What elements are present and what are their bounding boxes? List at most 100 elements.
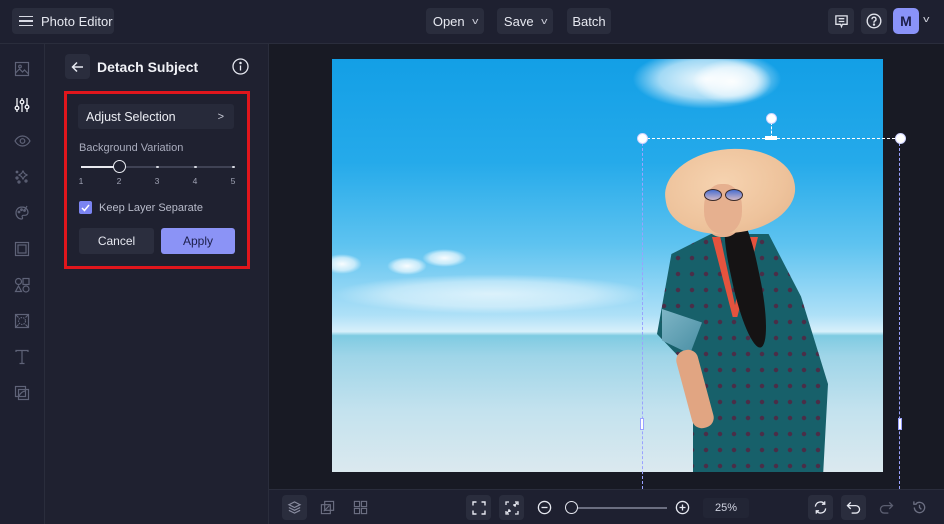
keep-layer-separate-row[interactable]: Keep Layer Separate xyxy=(79,201,203,214)
open-label: Open xyxy=(432,13,465,29)
account-chevron-down-icon[interactable]: v xyxy=(923,14,929,24)
zoom-slider-track[interactable] xyxy=(571,507,667,509)
info-icon[interactable] xyxy=(232,58,249,75)
rail-item-adjustments[interactable] xyxy=(11,94,33,116)
bottom-toolbar: 25% xyxy=(269,489,944,524)
resize-handle-right[interactable] xyxy=(898,418,902,430)
rail-item-shapes[interactable] xyxy=(11,274,33,296)
checkmark-icon xyxy=(81,204,90,212)
duplicate-icon xyxy=(320,500,335,515)
redo-icon xyxy=(879,501,894,514)
reset-icon xyxy=(814,501,827,514)
slider-tick-dot xyxy=(232,165,235,168)
cloud-bank xyxy=(332,274,652,314)
image-icon xyxy=(14,61,30,77)
feedback-button[interactable] xyxy=(828,8,854,34)
zoom-level-display[interactable]: 25% xyxy=(703,498,749,518)
palette-icon xyxy=(15,205,29,220)
zoom-out-button[interactable] xyxy=(532,495,557,520)
rail-item-image[interactable] xyxy=(11,58,33,80)
texture-icon xyxy=(14,313,30,329)
adjust-selection-button[interactable]: Adjust Selection > xyxy=(78,104,234,129)
background-variation-slider[interactable] xyxy=(81,160,235,173)
tool-rail xyxy=(0,44,45,524)
chevron-down-icon: v xyxy=(540,16,547,26)
user-avatar[interactable]: M xyxy=(893,8,919,34)
save-label: Save xyxy=(503,13,534,29)
hamburger-icon xyxy=(19,15,33,27)
text-icon xyxy=(15,349,29,365)
app-title: Photo Editor xyxy=(41,13,113,29)
batch-button[interactable]: Batch xyxy=(567,8,611,34)
arrow-left-icon xyxy=(71,61,83,72)
history-button[interactable] xyxy=(907,495,932,520)
zoom-out-icon xyxy=(537,500,552,515)
cancel-button[interactable]: Cancel xyxy=(79,228,154,254)
cloud xyxy=(692,59,772,104)
rotate-handle[interactable] xyxy=(765,112,777,124)
save-button[interactable]: Save v xyxy=(497,8,553,34)
duplicate-button[interactable] xyxy=(315,495,340,520)
redo-button[interactable] xyxy=(874,495,899,520)
chevron-right-icon: > xyxy=(217,110,224,123)
keep-layer-checkbox[interactable] xyxy=(79,201,92,214)
batch-label: Batch xyxy=(572,13,606,29)
rail-item-overlays[interactable] xyxy=(11,382,33,404)
photo-canvas[interactable] xyxy=(332,59,883,472)
adjust-selection-label: Adjust Selection xyxy=(86,109,176,124)
feedback-icon xyxy=(834,14,848,28)
zoom-in-button[interactable] xyxy=(670,495,695,520)
grid-button[interactable] xyxy=(348,495,373,520)
canvas-workspace xyxy=(269,44,944,489)
help-button[interactable] xyxy=(861,8,887,34)
resize-handle-top[interactable] xyxy=(765,136,777,140)
undo-button[interactable] xyxy=(841,495,866,520)
rail-item-textures[interactable] xyxy=(11,310,33,332)
history-icon xyxy=(913,501,926,514)
slider-tick-label: 2 xyxy=(116,176,122,186)
rail-item-paint[interactable] xyxy=(11,202,33,224)
shapes-icon xyxy=(14,277,30,293)
adjustments-icon xyxy=(14,98,30,112)
rail-item-effects[interactable] xyxy=(11,166,33,188)
selection-right-edge xyxy=(899,138,900,489)
overlay-icon xyxy=(14,385,30,401)
layers-icon xyxy=(287,501,302,514)
layers-button[interactable] xyxy=(282,495,307,520)
cancel-label: Cancel xyxy=(97,234,136,248)
keep-layer-label: Keep Layer Separate xyxy=(99,201,203,214)
main-menu-button[interactable]: Photo Editor xyxy=(12,8,114,34)
open-button[interactable]: Open v xyxy=(426,8,484,34)
panel-title: Detach Subject xyxy=(97,59,199,75)
cloud xyxy=(422,249,467,267)
subject-sunglasses xyxy=(702,189,746,201)
slider-tick-label: 4 xyxy=(192,176,198,186)
fit-screen-icon xyxy=(471,500,486,515)
slider-tick-label: 5 xyxy=(230,176,236,186)
reset-button[interactable] xyxy=(808,495,833,520)
zoom-in-icon xyxy=(675,500,690,515)
grid-icon xyxy=(353,500,368,515)
resize-handle-top-left[interactable] xyxy=(636,132,648,144)
slider-tick-label: 3 xyxy=(154,176,160,186)
undo-icon xyxy=(846,501,861,514)
shrink-button[interactable] xyxy=(499,495,524,520)
eye-icon xyxy=(13,135,31,147)
help-icon xyxy=(866,13,882,29)
resize-handle-left[interactable] xyxy=(640,418,644,430)
apply-button[interactable]: Apply xyxy=(161,228,235,254)
back-button[interactable] xyxy=(65,54,90,79)
frame-icon xyxy=(14,241,30,257)
resize-handle-top-right[interactable] xyxy=(894,132,906,144)
fit-screen-button[interactable] xyxy=(466,495,491,520)
rail-item-frames[interactable] xyxy=(11,238,33,260)
slider-tick-dot xyxy=(156,165,159,168)
zoom-slider-thumb[interactable] xyxy=(565,501,578,514)
rail-item-text[interactable] xyxy=(11,346,33,368)
slider-tick-dot xyxy=(194,165,197,168)
rail-item-view[interactable] xyxy=(11,130,33,152)
chevron-down-icon: v xyxy=(471,16,479,26)
selection-left-edge xyxy=(642,138,643,489)
shrink-icon xyxy=(504,500,519,515)
slider-thumb[interactable] xyxy=(112,160,126,173)
